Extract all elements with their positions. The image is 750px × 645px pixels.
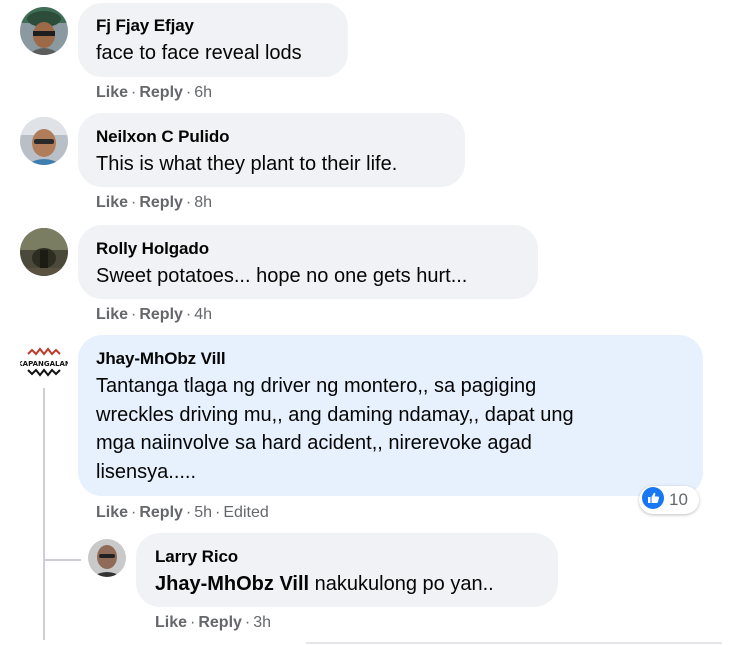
reply-button[interactable]: Reply (139, 84, 183, 101)
comment-text-line: Tantanga tlaga ng driver ng montero,, sa… (96, 375, 537, 397)
avatar-logo-text: KAPANGALAN (20, 360, 68, 368)
reply-button[interactable]: Reply (139, 306, 183, 323)
mention-link[interactable]: Jhay-MhObz Vill (155, 573, 309, 595)
edited-label[interactable]: Edited (223, 504, 268, 521)
like-button[interactable]: Like (96, 84, 128, 101)
like-button[interactable]: Like (96, 306, 128, 323)
comment-author[interactable]: Neilxon C Pulido (96, 127, 230, 147)
avatar[interactable] (20, 228, 68, 276)
comment-actions: Like · Reply · 5h · Edited (96, 504, 269, 521)
comment-actions: Like · Reply · 3h (155, 614, 272, 631)
comment-author[interactable]: Fj Fjay Efjay (96, 16, 194, 36)
divider (306, 642, 722, 644)
comment-text: face to face reveal lods (96, 42, 302, 64)
reaction-count: 10 (669, 490, 688, 509)
comment-timestamp[interactable]: 4h (194, 306, 212, 323)
like-button[interactable]: Like (155, 614, 187, 631)
comment-timestamp[interactable]: 3h (253, 614, 271, 631)
comment-text-line: mga naiinvolve sa hard acident,, nirerev… (96, 432, 532, 454)
comment-actions: Like · Reply · 6h (96, 84, 213, 101)
comment-timestamp[interactable]: 6h (194, 84, 212, 101)
like-button[interactable]: Like (96, 504, 128, 521)
avatar[interactable] (20, 7, 68, 55)
avatar[interactable] (88, 539, 126, 577)
comment-author[interactable]: Rolly Holgado (96, 239, 209, 259)
comment-author[interactable]: Larry Rico (155, 547, 238, 567)
reaction-summary[interactable]: 10 (639, 486, 699, 514)
comment-text: Jhay-MhObz Vill nakukulong po yan.. (155, 569, 494, 599)
comment-timestamp[interactable]: 8h (194, 194, 212, 211)
like-icon (642, 486, 664, 514)
thread-connector (43, 559, 81, 561)
comment-author[interactable]: Jhay-MhObz Vill (96, 349, 226, 369)
comment-actions: Like · Reply · 4h (96, 306, 213, 323)
comment-timestamp[interactable]: 5h (194, 504, 212, 521)
comment-text: This is what they plant to their life. (96, 153, 398, 175)
comment-text: Sweet potatoes... hope no one gets hurt.… (96, 265, 468, 287)
comment-text-line: wreckles driving mu,, ang daming ndamay,… (96, 404, 574, 426)
reply-button[interactable]: Reply (139, 504, 183, 521)
like-button[interactable]: Like (96, 194, 128, 211)
reply-text: nakukulong po yan.. (314, 573, 494, 595)
comment-text-line: lisensya..... (96, 461, 197, 483)
comment-actions: Like · Reply · 8h (96, 194, 213, 211)
reply-button[interactable]: Reply (139, 194, 183, 211)
thread-line (43, 388, 45, 640)
reply-button[interactable]: Reply (198, 614, 242, 631)
avatar[interactable]: KAPANGALAN (20, 338, 68, 386)
avatar[interactable] (20, 117, 68, 165)
